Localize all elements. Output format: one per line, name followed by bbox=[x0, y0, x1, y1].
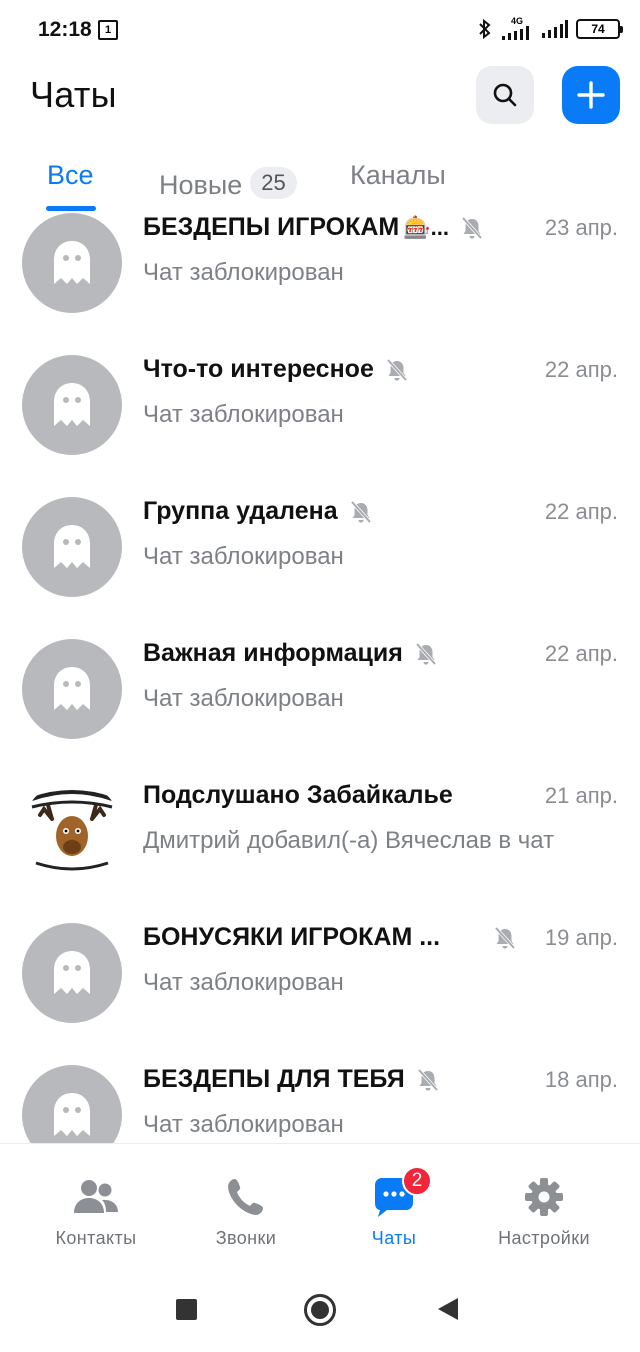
chat-title: Группа удалена bbox=[143, 497, 374, 526]
nav-calls-label: Звонки bbox=[215, 1228, 277, 1248]
network-type: 4G bbox=[500, 17, 534, 40]
nav-settings[interactable]: Настройки bbox=[474, 1172, 614, 1249]
chat-title: Важная информация bbox=[143, 639, 439, 668]
muted-bell-icon bbox=[415, 642, 437, 665]
chat-subtitle: Чат заблокирован bbox=[143, 685, 344, 712]
chat-date: 21 апр. bbox=[544, 783, 618, 808]
chat-title: Что-то интересное bbox=[143, 355, 410, 384]
muted-bell-icon bbox=[494, 926, 516, 949]
ghost-icon bbox=[54, 1093, 90, 1136]
chat-row[interactable]: БЕЗДЕПЫ ИГРОКАМ 🎰... 23 апр. Чат заблоки… bbox=[0, 213, 640, 355]
nav-contacts[interactable]: Контакты bbox=[26, 1172, 166, 1249]
chats-unread-badge: 2 bbox=[402, 1166, 432, 1196]
chat-row[interactable]: Важная информация 22 апр. Чат заблокиров… bbox=[0, 639, 640, 781]
status-bar: 12:18 1 4G 74 bbox=[0, 0, 640, 62]
gear-icon bbox=[525, 1178, 563, 1216]
nav-contacts-label: Контакты bbox=[55, 1228, 137, 1248]
chat-date: 19 апр. bbox=[544, 925, 618, 950]
nav-calls[interactable]: Звонки bbox=[176, 1172, 316, 1249]
chat-subtitle: Чат заблокирован bbox=[143, 401, 344, 428]
chat-date: 18 апр. bbox=[544, 1067, 618, 1092]
chat-list[interactable]: БЕЗДЕПЫ ИГРОКАМ 🎰... 23 апр. Чат заблоки… bbox=[0, 211, 640, 1143]
chat-date: 22 апр. bbox=[544, 641, 618, 666]
phone-icon bbox=[228, 1179, 263, 1215]
ghost-icon bbox=[54, 667, 90, 710]
ghost-icon bbox=[54, 383, 90, 426]
ghost-icon bbox=[54, 951, 90, 994]
chat-subtitle: Дмитрий добавил(-а) Вячеслав в чат bbox=[143, 827, 555, 854]
moose-logo-icon bbox=[23, 782, 121, 880]
muted-bell-icon bbox=[350, 500, 371, 523]
avatar bbox=[22, 497, 122, 597]
chat-date: 22 апр. bbox=[544, 499, 618, 524]
avatar bbox=[22, 923, 122, 1023]
search-icon bbox=[493, 83, 517, 107]
chat-subtitle: Чат заблокирован bbox=[143, 543, 344, 570]
battery-icon: 74 bbox=[576, 18, 623, 39]
status-time: 12:18 bbox=[38, 18, 92, 41]
contacts-icon bbox=[74, 1180, 118, 1213]
chat-row[interactable]: Что-то интересное 22 апр. Чат заблокиров… bbox=[0, 355, 640, 497]
page-title: Чаты bbox=[30, 74, 117, 115]
avatar bbox=[22, 213, 122, 313]
chat-subtitle: Чат заблокирован bbox=[143, 969, 344, 996]
slot-machine-emoji: 🎰... bbox=[403, 214, 449, 240]
avatar bbox=[22, 355, 122, 455]
muted-bell-icon bbox=[461, 216, 483, 239]
new-chat-button[interactable] bbox=[562, 66, 620, 124]
chat-title: БЕЗДЕПЫ ДЛЯ ТЕБЯ bbox=[143, 1065, 441, 1094]
nav-chats-label: Чаты bbox=[371, 1228, 417, 1248]
chat-row[interactable]: БЕЗДЕПЫ ДЛЯ ТЕБЯ 18 апр. Чат заблокирова… bbox=[0, 1065, 640, 1143]
muted-bell-icon bbox=[417, 1068, 439, 1091]
tab-channels[interactable]: Каналы bbox=[350, 160, 446, 210]
chat-title: БОНУСЯКИ ИГРОКАМ ... bbox=[143, 923, 518, 952]
signal-icon-1 bbox=[502, 26, 529, 40]
home-button[interactable] bbox=[304, 1294, 336, 1326]
chat-row[interactable]: Группа удалена 22 апр. Чат заблокирован bbox=[0, 497, 640, 639]
chat-title: БЕЗДЕПЫ ИГРОКАМ 🎰... bbox=[143, 213, 485, 242]
signal-icon-2 bbox=[542, 19, 568, 38]
chat-row[interactable]: БОНУСЯКИ ИГРОКАМ ... 19 апр. Чат заблоки… bbox=[0, 923, 640, 1065]
ghost-icon bbox=[54, 241, 90, 284]
system-nav-bar bbox=[0, 1266, 640, 1352]
tab-new[interactable]: Новые 25 bbox=[159, 160, 297, 210]
tab-new-count-badge: 25 bbox=[250, 167, 297, 199]
bottom-nav: Контакты Звонки 2 Чаты Настройки bbox=[0, 1143, 640, 1265]
nav-settings-label: Настройки bbox=[498, 1228, 590, 1248]
nav-chats[interactable]: 2 Чаты bbox=[324, 1166, 464, 1249]
chat-subtitle: Чат заблокирован bbox=[143, 259, 344, 286]
plus-icon bbox=[577, 81, 605, 109]
avatar-image bbox=[22, 781, 122, 881]
chat-date: 22 апр. bbox=[544, 357, 618, 382]
avatar bbox=[22, 639, 122, 739]
search-button[interactable] bbox=[476, 66, 534, 124]
chat-title: Подслушано Забайкалье bbox=[143, 781, 453, 809]
back-button[interactable] bbox=[438, 1298, 458, 1320]
chat-date: 23 апр. bbox=[544, 215, 618, 240]
tab-new-label: Новые bbox=[159, 169, 243, 200]
muted-bell-icon bbox=[386, 358, 408, 381]
recents-button[interactable] bbox=[176, 1299, 197, 1320]
status-icons: 4G 74 bbox=[478, 17, 623, 40]
notification-icon: 1 bbox=[98, 20, 118, 40]
chat-subtitle: Чат заблокирован bbox=[143, 1111, 344, 1138]
chat-row[interactable]: Подслушано Забайкалье 21 апр. Дмитрий до… bbox=[0, 781, 640, 923]
tab-all[interactable]: Все bbox=[47, 160, 94, 210]
bluetooth-icon bbox=[479, 18, 491, 39]
avatar bbox=[22, 1065, 122, 1143]
ghost-icon bbox=[54, 525, 90, 568]
